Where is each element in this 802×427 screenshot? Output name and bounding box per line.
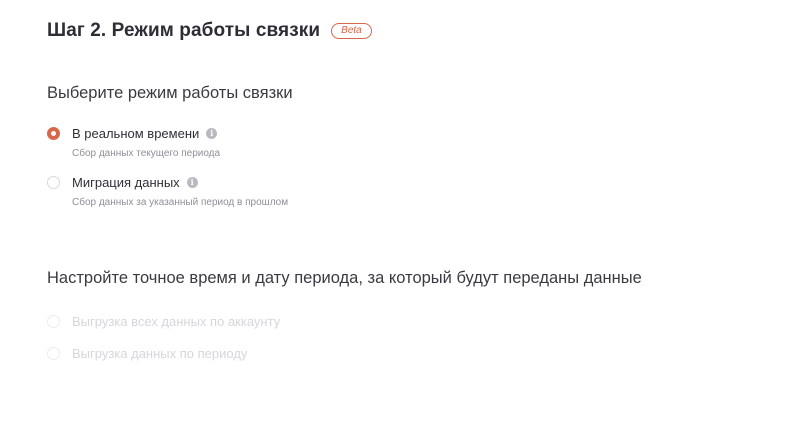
option-label-realtime[interactable]: В реальном времени — [72, 126, 199, 141]
radio-button-all-data[interactable] — [47, 315, 60, 328]
beta-badge: Beta — [331, 23, 372, 39]
radio-button-realtime[interactable] — [47, 127, 60, 140]
option-description-migration: Сбор данных за указанный период в прошло… — [72, 197, 289, 208]
info-icon[interactable]: i — [206, 128, 218, 139]
radio-button-migration[interactable] — [47, 176, 60, 189]
option-label-all-data: Выгрузка всех данных по аккаунту — [72, 314, 281, 329]
radio-option-by-period[interactable]: Выгрузка данных по периоду — [47, 346, 247, 361]
radio-button-by-period[interactable] — [47, 347, 60, 360]
radio-option-all-data[interactable]: Выгрузка всех данных по аккаунту — [47, 314, 280, 329]
info-icon[interactable]: i — [186, 177, 198, 188]
step-title: Шаг 2. Режим работы связки — [47, 20, 321, 41]
mode-section-heading: Выберите режим работы связки — [47, 84, 293, 102]
radio-option-realtime[interactable]: В реальном времени i Сбор данных текущег… — [47, 126, 220, 159]
step-header: Шаг 2. Режим работы связки Beta — [47, 20, 372, 42]
period-section-heading: Настройте точное время и дату периода, з… — [47, 269, 642, 287]
option-label-by-period: Выгрузка данных по периоду — [72, 346, 248, 361]
radio-option-migration[interactable]: Миграция данных i Сбор данных за указанн… — [47, 175, 288, 208]
option-description-realtime: Сбор данных текущего периода — [72, 148, 221, 159]
option-label-migration[interactable]: Миграция данных — [72, 175, 180, 190]
